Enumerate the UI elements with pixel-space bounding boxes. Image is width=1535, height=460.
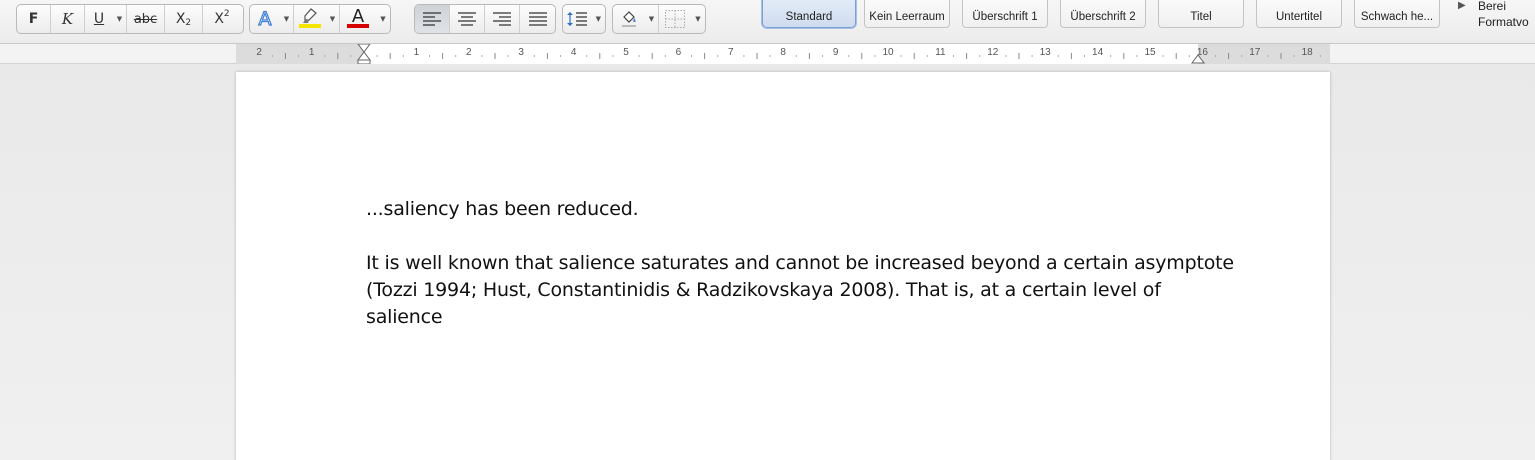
subscript-label: X xyxy=(175,11,186,27)
ruler-label: 12 xyxy=(987,47,999,58)
style-ueberschrift-1[interactable]: Überschrift 1 xyxy=(962,0,1048,28)
ribbon-toolbar: F K U ▼ abc X2 X2 A ▼ ▼ A ▼ ▼ ▼ ▼ Standa… xyxy=(0,0,1535,44)
ruler-label: 17 xyxy=(1249,47,1261,58)
ruler-label: 1 xyxy=(309,47,315,58)
font-color-swatch xyxy=(347,24,369,28)
ruler-label: 6 xyxy=(676,47,682,58)
ruler-label: 2 xyxy=(256,47,262,58)
text-effects-options-button[interactable]: ▼ xyxy=(280,5,294,33)
align-left-button[interactable] xyxy=(415,5,450,33)
underline-options-button[interactable]: ▼ xyxy=(113,5,127,33)
chevron-down-icon: ▼ xyxy=(648,15,655,23)
superscript-small-label: 2 xyxy=(223,9,230,19)
font-color-options-button[interactable]: ▼ xyxy=(376,5,390,33)
justify-button[interactable] xyxy=(520,5,555,33)
ruler-label: 14 xyxy=(1092,47,1104,58)
paragraph-2-line-1: It is well known that salience saturates… xyxy=(366,252,1234,274)
chevron-down-icon: ▼ xyxy=(595,15,602,23)
color-effects-group: A ▼ ▼ A ▼ xyxy=(249,4,391,34)
document-canvas: ...saliency has been reduced. It is well… xyxy=(0,64,1535,460)
ruler-label: 18 xyxy=(1302,47,1314,58)
style-kein-leerraum[interactable]: Kein Leerraum xyxy=(864,0,950,28)
paint-bucket-icon xyxy=(622,11,636,27)
borders-options-button[interactable]: ▼ xyxy=(691,5,705,33)
ruler-label: 1 xyxy=(414,47,420,58)
ruler-label: 5 xyxy=(623,47,629,58)
chevron-down-icon: ▼ xyxy=(695,15,701,23)
highlighter-icon xyxy=(303,8,317,23)
alignment-group xyxy=(414,4,556,34)
line-spacing-options-button[interactable]: ▼ xyxy=(592,5,605,33)
ruler-label: 10 xyxy=(882,47,894,58)
style-ueberschrift-2[interactable]: Überschrift 2 xyxy=(1060,0,1146,28)
align-right-button[interactable] xyxy=(485,5,520,33)
line-spacing-button[interactable] xyxy=(563,5,592,33)
styles-gallery: Standard Kein Leerraum Überschrift 1 Übe… xyxy=(730,0,1475,38)
hanging-indent-marker xyxy=(357,51,371,61)
style-standard[interactable]: Standard xyxy=(762,0,856,28)
highlight-options-button[interactable]: ▼ xyxy=(326,5,340,33)
subscript-small-label: 2 xyxy=(185,18,192,28)
strikethrough-button[interactable]: abc xyxy=(127,5,165,33)
text-effects-button[interactable]: A xyxy=(250,5,280,33)
first-line-indent-marker xyxy=(357,44,371,53)
format-pane-label-line1: Berei xyxy=(1478,0,1507,13)
shading-button[interactable] xyxy=(613,5,645,33)
ruler-label: 2 xyxy=(466,47,472,58)
ruler-label: 8 xyxy=(780,47,786,58)
chevron-down-icon: ▼ xyxy=(329,15,336,23)
superscript-label: X xyxy=(214,11,224,27)
align-left-icon xyxy=(423,12,441,26)
format-pane-label-line2: Formatvo xyxy=(1478,15,1529,29)
style-schwach-hervorheben[interactable]: Schwach he... xyxy=(1354,0,1440,28)
paragraph-2-line-3: salience xyxy=(366,306,443,328)
chevron-down-icon: ▼ xyxy=(116,15,123,23)
align-center-button[interactable] xyxy=(450,5,485,33)
horizontal-ruler[interactable]: 2 1 1 2 3 4 5 6 7 8 9 10 11 12 13 14 15 16 17 18 xyxy=(236,44,1330,64)
ruler-ticks: 2 1 1 2 3 4 5 6 7 8 9 10 11 12 13 14 15 16 17 18 xyxy=(256,44,1321,64)
style-untertitel[interactable]: Untertitel xyxy=(1256,0,1342,28)
ruler-label: 15 xyxy=(1144,47,1156,58)
line-spacing-group: ▼ xyxy=(562,4,606,34)
underline-label: U xyxy=(93,11,105,27)
justify-icon xyxy=(528,12,547,26)
text-effects-icon: A xyxy=(258,7,272,30)
gallery-scroll-right-icon[interactable]: ▶ xyxy=(1458,0,1466,11)
borders-button[interactable] xyxy=(659,5,691,33)
highlight-color-swatch xyxy=(299,24,321,28)
paragraph-1: ...saliency has been reduced. xyxy=(366,198,639,220)
document-page[interactable]: ...saliency has been reduced. It is well… xyxy=(236,72,1330,460)
ruler-label: 7 xyxy=(728,47,734,58)
ruler-label: 9 xyxy=(833,47,839,58)
chevron-down-icon: ▼ xyxy=(380,15,386,23)
ruler-label: 11 xyxy=(935,47,946,58)
subscript-button[interactable]: X2 xyxy=(165,5,203,33)
ruler-label: 13 xyxy=(1040,47,1052,58)
paragraph-2-line-2: (Tozzi 1994; Hust, Constantinidis & Radz… xyxy=(366,279,1161,301)
shading-options-button[interactable]: ▼ xyxy=(645,5,659,33)
borders-icon xyxy=(665,10,685,28)
chevron-down-icon: ▼ xyxy=(283,15,290,23)
style-titel[interactable]: Titel xyxy=(1158,0,1244,28)
underline-button[interactable]: U xyxy=(85,5,113,33)
align-center-icon xyxy=(458,12,476,26)
document-body[interactable]: ...saliency has been reduced. It is well… xyxy=(366,196,1234,331)
superscript-button[interactable]: X2 xyxy=(203,5,241,33)
horizontal-ruler-strip: 2 1 1 2 3 4 5 6 7 8 9 10 11 12 13 14 15 16 17 18 xyxy=(0,44,1535,64)
format-pane-button[interactable]: Berei Formatvo xyxy=(1478,0,1535,30)
font-color-button[interactable]: A xyxy=(340,5,376,33)
shading-borders-group: ▼ ▼ xyxy=(612,4,706,34)
bold-button[interactable]: F xyxy=(17,5,51,33)
highlight-button[interactable] xyxy=(294,5,326,33)
ruler-label: 3 xyxy=(518,47,524,58)
line-spacing-icon xyxy=(567,12,588,26)
font-format-group: F K U ▼ abc X2 X2 xyxy=(16,4,244,34)
ruler-label: 4 xyxy=(571,47,577,58)
align-right-icon xyxy=(493,12,511,26)
italic-button[interactable]: K xyxy=(51,5,85,33)
strikethrough-label: abc xyxy=(133,11,158,27)
